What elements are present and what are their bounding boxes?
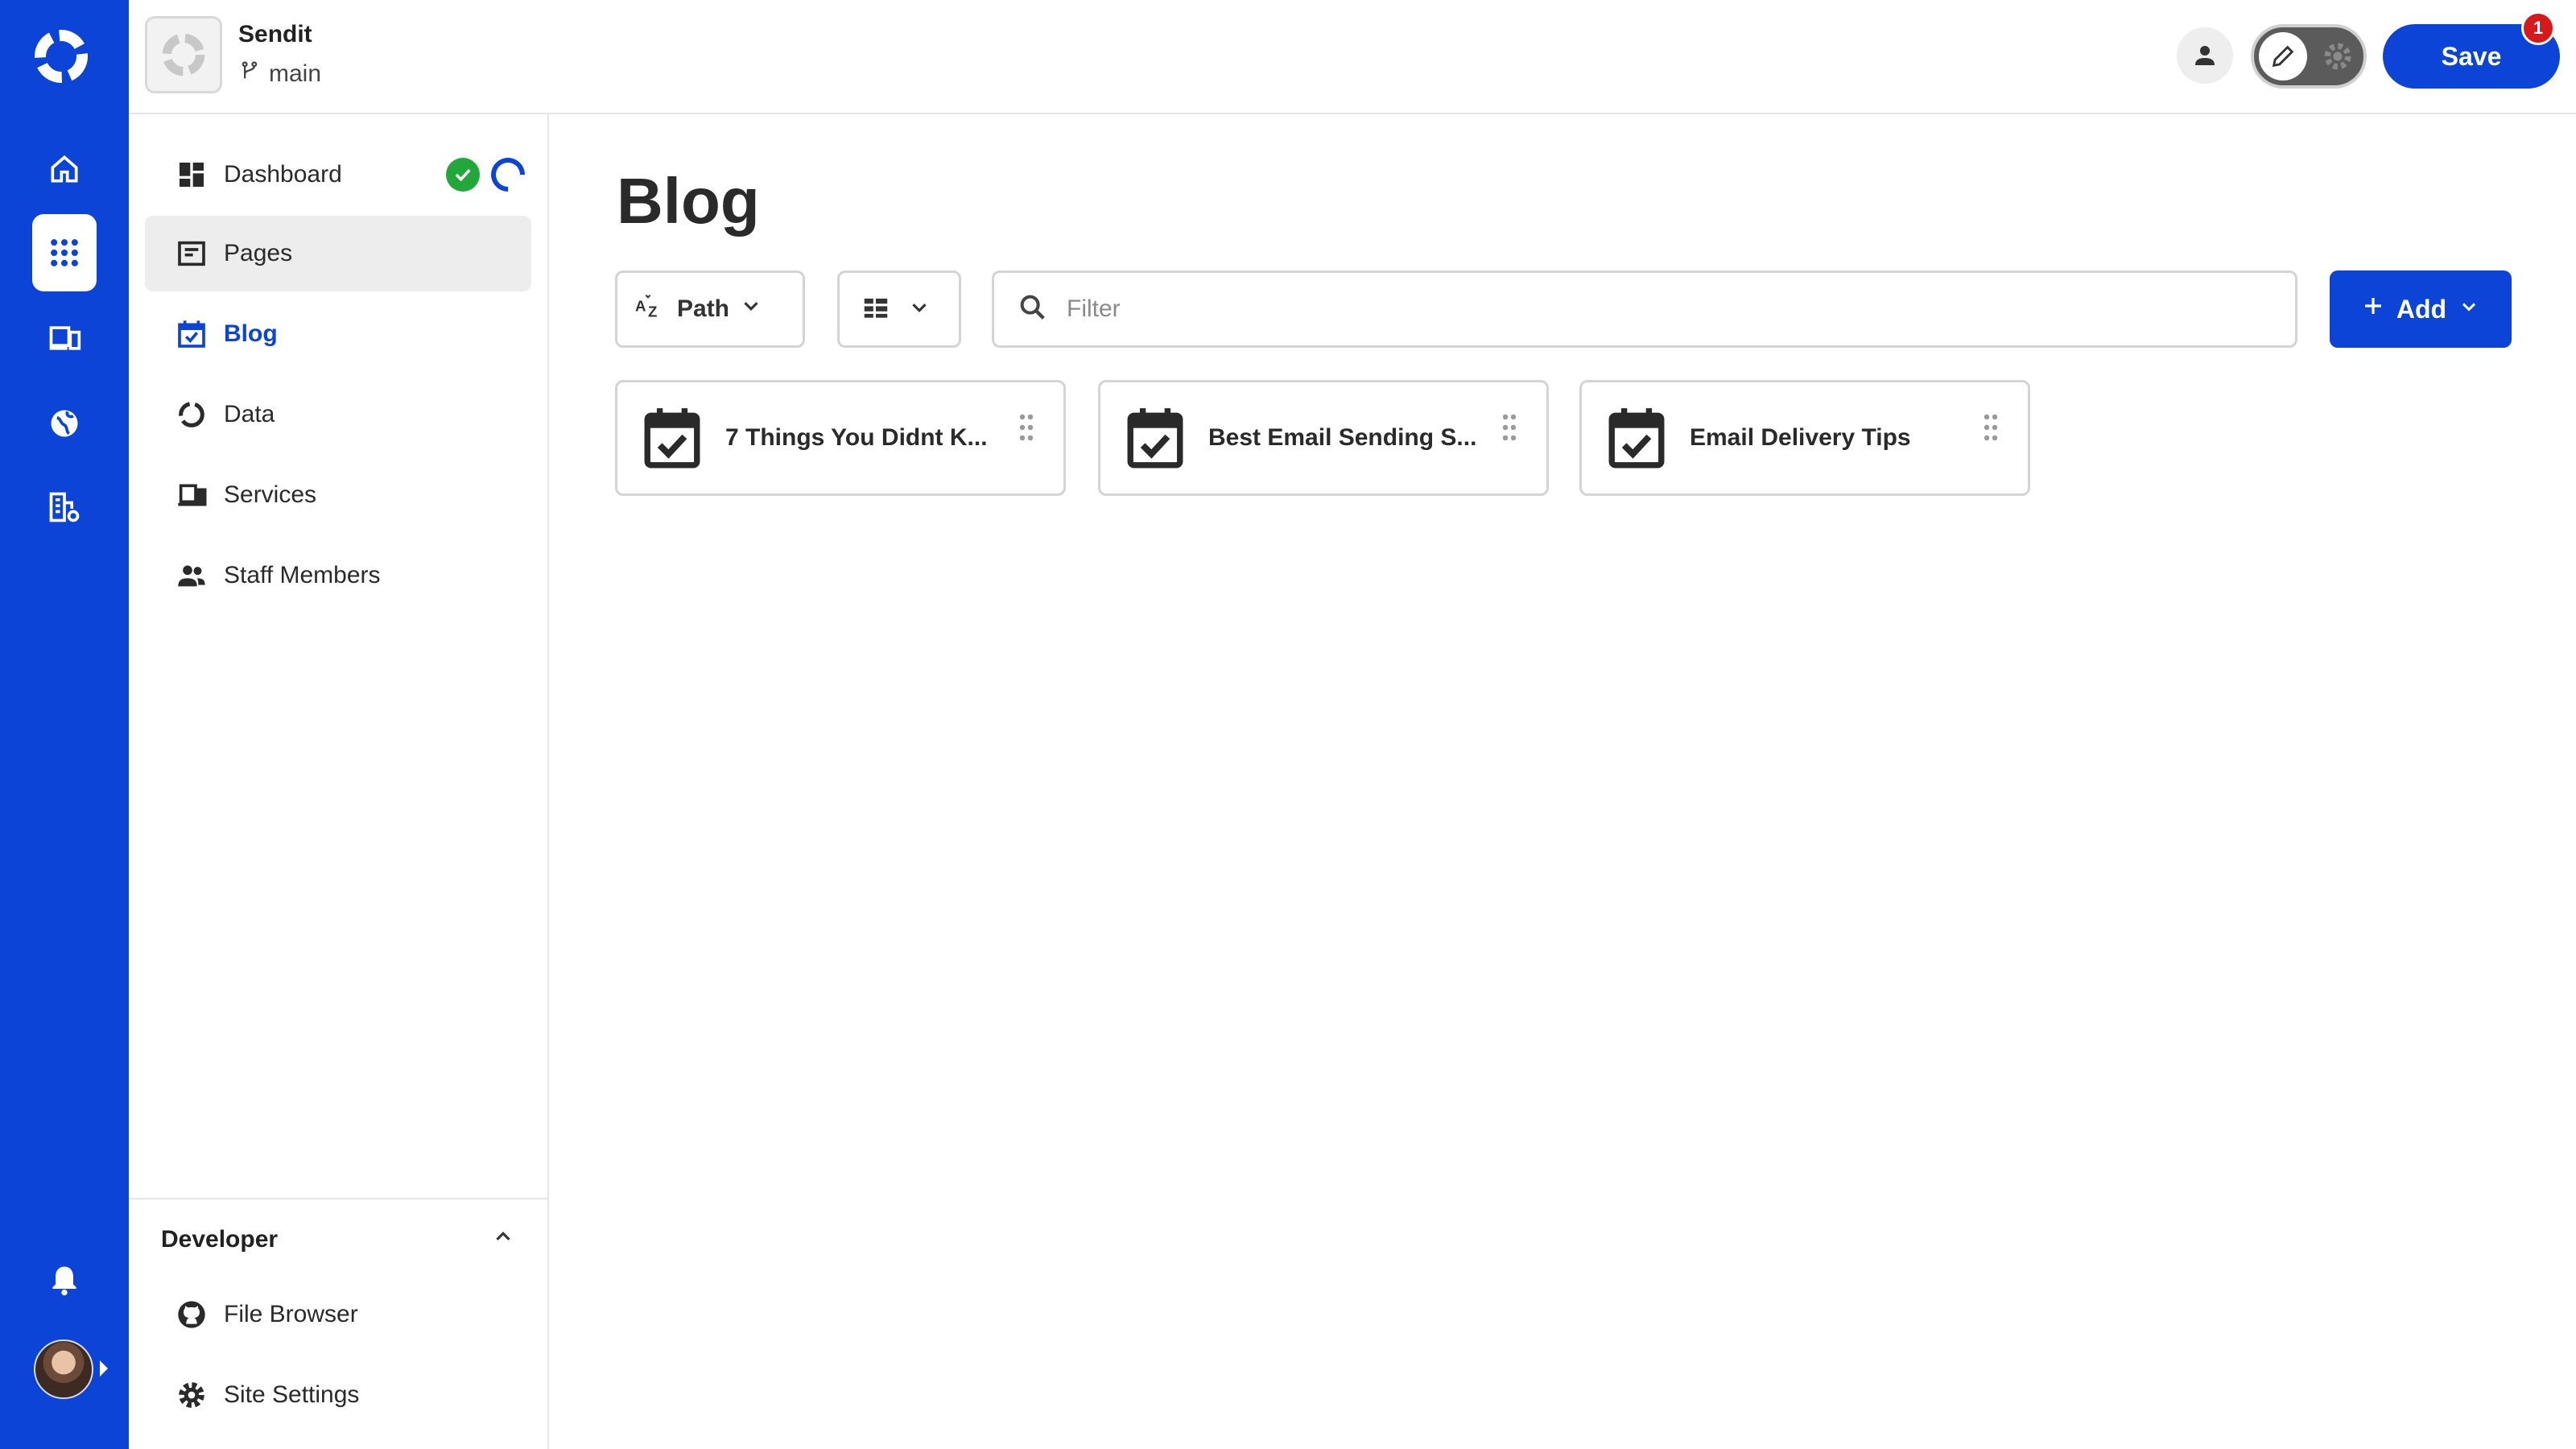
svg-text:A: A bbox=[635, 298, 646, 315]
drag-handle-icon[interactable] bbox=[1018, 413, 1034, 442]
avatar-caret-icon[interactable] bbox=[100, 1360, 108, 1377]
filter-field[interactable] bbox=[992, 270, 2297, 348]
card-title: Best Email Sending S... bbox=[1208, 424, 1477, 451]
sidebar-item-data[interactable]: Data bbox=[145, 377, 531, 452]
sidebar-item-services[interactable]: Services bbox=[145, 457, 531, 533]
sidebar-divider bbox=[129, 1198, 547, 1199]
calendar-check-icon bbox=[174, 316, 209, 352]
top-bar: Sendit main Save 1 bbox=[129, 0, 2576, 114]
sidebar-item-label: Data bbox=[224, 401, 275, 427]
data-ring-icon bbox=[174, 397, 209, 432]
user-avatar[interactable] bbox=[34, 1340, 93, 1399]
sidebar-item-label: Pages bbox=[224, 240, 293, 266]
drag-handle-icon[interactable] bbox=[1501, 413, 1517, 442]
sidebar-item-label: Services bbox=[224, 481, 317, 508]
sidebar-item-dashboard[interactable]: Dashboard bbox=[145, 137, 532, 213]
devices-icon[interactable] bbox=[32, 299, 97, 377]
app-rail bbox=[0, 0, 129, 1449]
card-title: Email Delivery Tips bbox=[1690, 424, 1911, 451]
sort-dropdown[interactable]: AZ Path bbox=[615, 270, 805, 348]
plus-icon bbox=[2361, 294, 2385, 324]
user-icon[interactable] bbox=[2177, 27, 2233, 84]
app-logo-icon[interactable] bbox=[29, 27, 93, 85]
filter-input[interactable] bbox=[1067, 295, 2194, 323]
devices-icon bbox=[174, 477, 209, 513]
git-branch-icon bbox=[238, 60, 261, 89]
sort-az-icon: AZ bbox=[635, 293, 667, 325]
main-content: Blog AZ Path Add 7 Things Yo bbox=[551, 114, 2576, 1449]
sidebar-item-label: Staff Members bbox=[224, 562, 381, 588]
grid-view-icon bbox=[861, 292, 891, 327]
pencil-icon bbox=[2259, 32, 2307, 80]
sidebar-item-label: Blog bbox=[224, 320, 278, 347]
calendar-check-icon bbox=[1127, 408, 1183, 469]
people-icon bbox=[174, 558, 209, 593]
site-name: Sendit bbox=[238, 21, 312, 47]
search-icon bbox=[1017, 291, 1049, 328]
blog-post-card[interactable]: Email Delivery Tips bbox=[1579, 380, 2030, 496]
edit-mode-toggle[interactable] bbox=[2251, 24, 2367, 89]
globe-icon[interactable] bbox=[32, 385, 97, 462]
check-circle-icon bbox=[446, 158, 480, 192]
add-button[interactable]: Add bbox=[2330, 270, 2512, 348]
view-mode-dropdown[interactable] bbox=[837, 270, 961, 348]
pages-icon bbox=[174, 236, 209, 271]
blog-post-card[interactable]: Best Email Sending S... bbox=[1098, 380, 1549, 496]
add-label: Add bbox=[2396, 294, 2447, 324]
building-settings-icon[interactable] bbox=[32, 469, 97, 546]
developer-heading: Developer bbox=[161, 1226, 279, 1253]
chevron-down-icon bbox=[739, 294, 763, 324]
chevron-down-icon bbox=[907, 295, 931, 324]
branch-selector[interactable]: main bbox=[238, 60, 321, 89]
sidebar: Dashboard Pages Blog Data Services Staff… bbox=[129, 114, 549, 1449]
site-thumbnail[interactable] bbox=[145, 16, 222, 93]
sidebar-item-label: File Browser bbox=[224, 1301, 358, 1327]
branch-name: main bbox=[269, 60, 322, 87]
sidebar-item-file-browser[interactable]: File Browser bbox=[145, 1277, 531, 1352]
calendar-check-icon bbox=[644, 408, 700, 469]
dashboard-icon bbox=[174, 157, 209, 192]
chevron-up-icon bbox=[491, 1224, 515, 1255]
developer-section-toggle[interactable]: Developer bbox=[161, 1216, 515, 1264]
card-title: 7 Things You Didnt K... bbox=[725, 424, 988, 451]
sidebar-item-site-settings[interactable]: Site Settings bbox=[145, 1357, 531, 1433]
calendar-check-icon bbox=[1608, 408, 1665, 469]
home-icon[interactable] bbox=[32, 130, 97, 208]
loading-spinner-icon bbox=[484, 151, 532, 199]
chevron-down-icon bbox=[2458, 295, 2480, 324]
drag-handle-icon[interactable] bbox=[1983, 413, 1999, 442]
sidebar-item-blog[interactable]: Blog bbox=[145, 296, 531, 372]
sort-label: Path bbox=[677, 295, 730, 322]
sidebar-item-staff-members[interactable]: Staff Members bbox=[145, 538, 531, 613]
bell-icon[interactable] bbox=[32, 1241, 97, 1319]
github-icon bbox=[174, 1297, 209, 1332]
sidebar-item-label: Dashboard bbox=[224, 161, 342, 188]
sidebar-item-label: Site Settings bbox=[224, 1381, 360, 1408]
sidebar-item-pages[interactable]: Pages bbox=[145, 216, 531, 291]
apps-grid-icon[interactable] bbox=[32, 214, 97, 291]
gear-icon bbox=[2320, 39, 2355, 74]
svg-text:Z: Z bbox=[648, 303, 657, 319]
unsaved-count-badge: 1 bbox=[2521, 11, 2555, 45]
blog-post-card[interactable]: 7 Things You Didnt K... bbox=[615, 380, 1066, 496]
page-title: Blog bbox=[617, 165, 760, 237]
gear-icon bbox=[174, 1377, 209, 1413]
